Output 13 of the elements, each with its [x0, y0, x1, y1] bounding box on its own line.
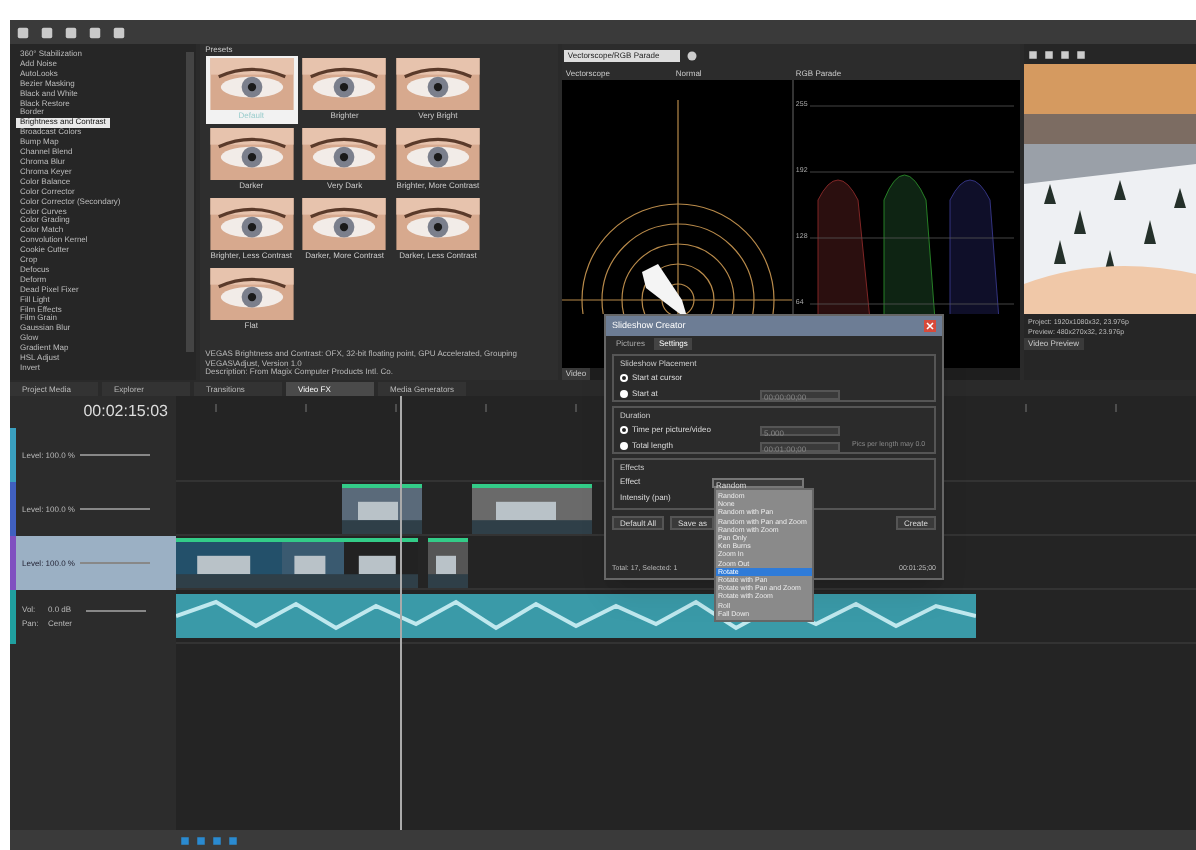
radio-button[interactable]	[620, 442, 628, 450]
video-clip[interactable]	[472, 484, 592, 534]
scrollbar[interactable]	[185, 52, 194, 352]
video-clip[interactable]	[342, 484, 422, 534]
close-icon	[924, 320, 936, 332]
timecode: 00:02:15:03	[81, 400, 170, 424]
radio-button[interactable]	[620, 374, 628, 382]
radio-button[interactable]	[620, 426, 628, 434]
video-clip[interactable]	[282, 538, 344, 588]
close-button[interactable]	[924, 320, 936, 332]
video-clip[interactable]	[428, 538, 468, 588]
radio-button[interactable]	[620, 390, 628, 398]
video-clip[interactable]	[344, 538, 418, 588]
